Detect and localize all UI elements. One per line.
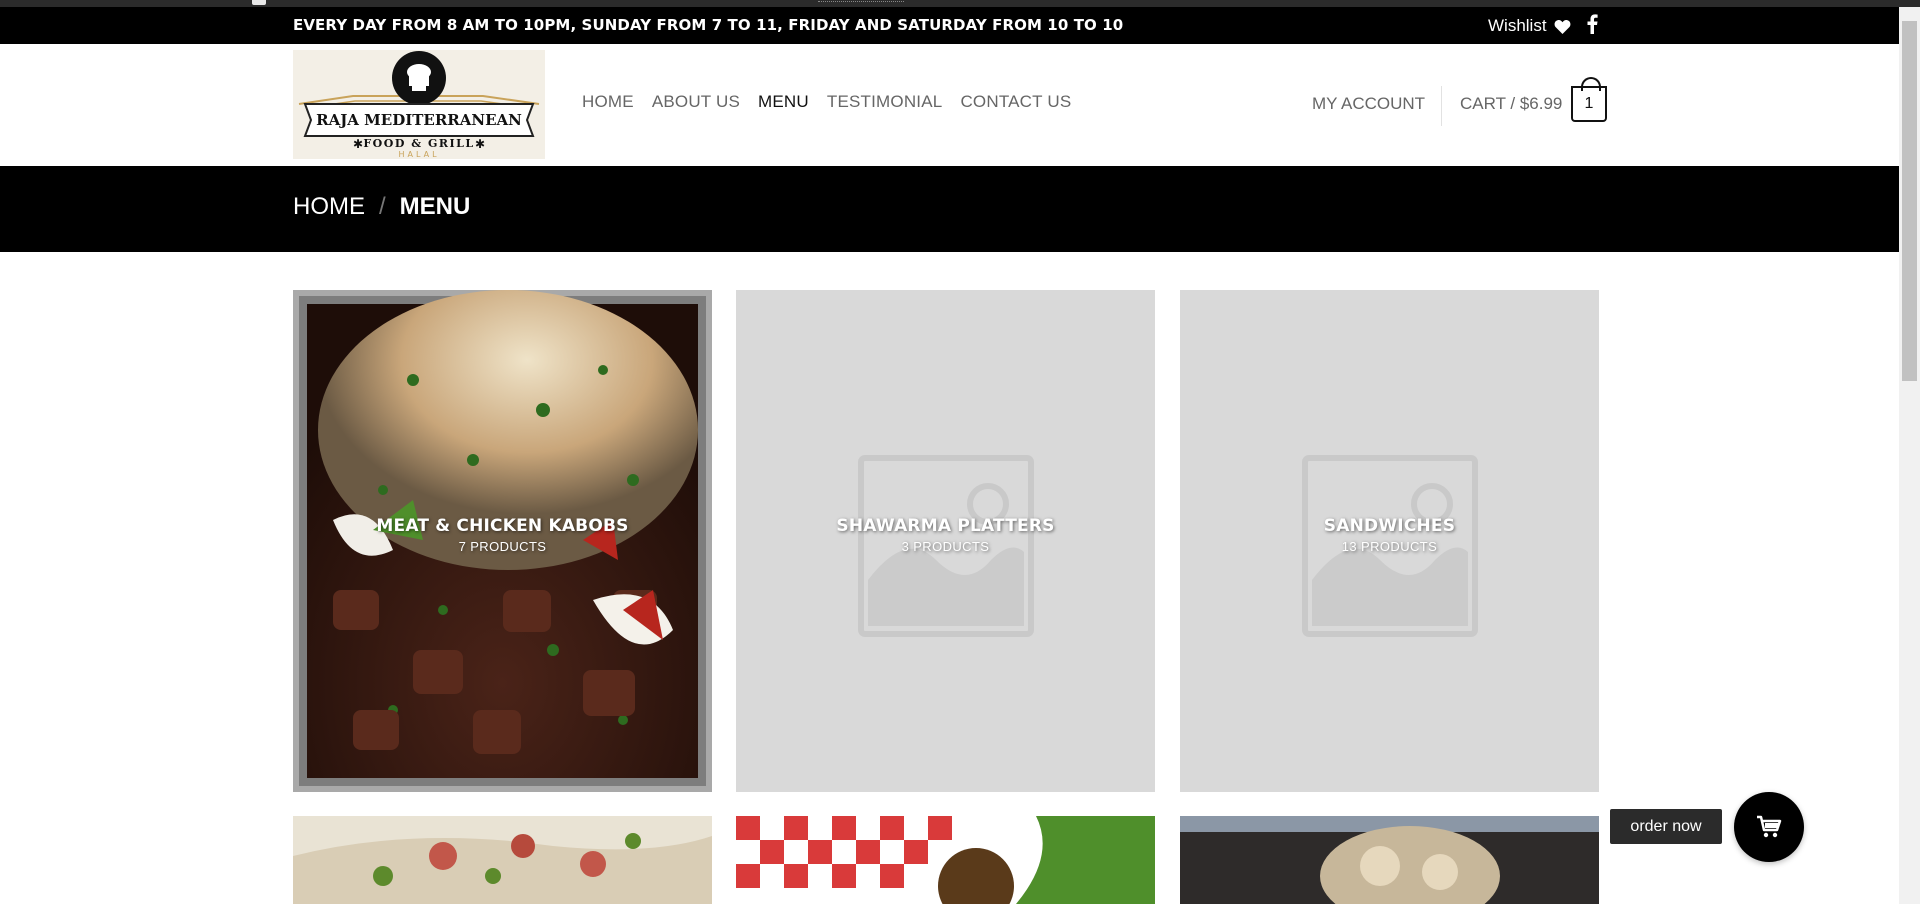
nav-home[interactable]: HOME <box>582 92 634 112</box>
salad-photo <box>293 816 712 904</box>
main-nav: HOME ABOUT US MENU TESTIMONIAL CONTACT U… <box>582 92 1071 112</box>
page-scrollbar[interactable] <box>1899 7 1920 904</box>
breadcrumb: HOME / MENU <box>293 193 470 221</box>
cart-count: 1 <box>1584 95 1594 112</box>
browser-strip <box>0 0 1920 7</box>
breadcrumb-home[interactable]: HOME <box>293 193 365 221</box>
category-count: 3 PRODUCTS <box>901 539 990 554</box>
nav-menu[interactable]: MENU <box>758 92 809 112</box>
order-now-button[interactable] <box>1734 792 1804 862</box>
page-title-bar: HOME / MENU <box>0 166 1899 252</box>
top-bar: EVERY DAY FROM 8 AM TO 10PM, SUNDAY FROM… <box>0 7 1899 44</box>
nav-contact-us[interactable]: CONTACT US <box>960 92 1071 112</box>
order-now-label[interactable]: order now <box>1610 809 1722 844</box>
nav-about-us[interactable]: ABOUT US <box>652 92 740 112</box>
breadcrumb-current: MENU <box>399 193 471 220</box>
wishlist-label: Wishlist <box>1488 16 1547 35</box>
category-card-sandwiches[interactable]: SANDWICHES 13 PRODUCTS <box>1180 290 1599 792</box>
cart-count-icon[interactable]: 1 <box>1571 77 1607 122</box>
logo-sub: HALAL <box>398 150 439 159</box>
logo-emblem: RAJA MEDITERRANEAN FOOD & GRILL ✱ ✱ HALA… <box>293 50 545 159</box>
category-title: MEAT & CHICKEN KABOBS <box>376 516 629 536</box>
dish-photo <box>1180 816 1599 904</box>
category-title: SHAWARMA PLATTERS <box>836 516 1055 536</box>
category-count: 13 PRODUCTS <box>1341 539 1438 554</box>
facebook-icon[interactable] <box>1586 14 1598 34</box>
logo-star-right: ✱ <box>475 137 485 151</box>
nav-testimonial[interactable]: TESTIMONIAL <box>827 92 943 112</box>
category-card-shawarma-platters[interactable]: SHAWARMA PLATTERS 3 PRODUCTS <box>736 290 1155 792</box>
site-logo[interactable]: RAJA MEDITERRANEAN FOOD & GRILL ✱ ✱ HALA… <box>293 50 545 159</box>
category-label: SANDWICHES 13 PRODUCTS <box>1180 516 1599 554</box>
header-divider <box>1441 86 1442 126</box>
site-header: RAJA MEDITERRANEAN FOOD & GRILL ✱ ✱ HALA… <box>0 44 1899 166</box>
browser-tab-dots <box>818 1 904 3</box>
breadcrumb-separator: / <box>379 193 386 220</box>
category-card-row2-1[interactable] <box>293 816 712 904</box>
cart-link[interactable]: CART / $6.99 <box>1460 94 1562 114</box>
my-account-link[interactable]: MY ACCOUNT <box>1312 94 1425 114</box>
category-card-kabobs[interactable]: MEAT & CHICKEN KABOBS 7 PRODUCTS <box>293 290 712 792</box>
browser-tab-marker <box>252 0 266 5</box>
falafel-photo <box>736 816 1155 904</box>
scrollbar-thumb[interactable] <box>1902 21 1917 381</box>
category-grid: MEAT & CHICKEN KABOBS 7 PRODUCTS SHAWARM… <box>293 290 1601 904</box>
category-card-row2-2[interactable] <box>736 816 1155 904</box>
heart-icon <box>1554 19 1570 34</box>
category-card-row2-3[interactable] <box>1180 816 1599 904</box>
category-title: SANDWICHES <box>1323 516 1456 536</box>
category-label: MEAT & CHICKEN KABOBS 7 PRODUCTS <box>293 516 712 554</box>
cart-icon <box>1757 815 1782 838</box>
logo-name: RAJA MEDITERRANEAN <box>316 111 522 129</box>
logo-tagline: FOOD & GRILL <box>363 137 474 150</box>
wishlist-link[interactable]: Wishlist <box>1488 16 1571 36</box>
category-label: SHAWARMA PLATTERS 3 PRODUCTS <box>736 516 1155 554</box>
category-count: 7 PRODUCTS <box>458 539 547 554</box>
logo-star-left: ✱ <box>353 137 363 151</box>
opening-hours: EVERY DAY FROM 8 AM TO 10PM, SUNDAY FROM… <box>293 16 1124 34</box>
